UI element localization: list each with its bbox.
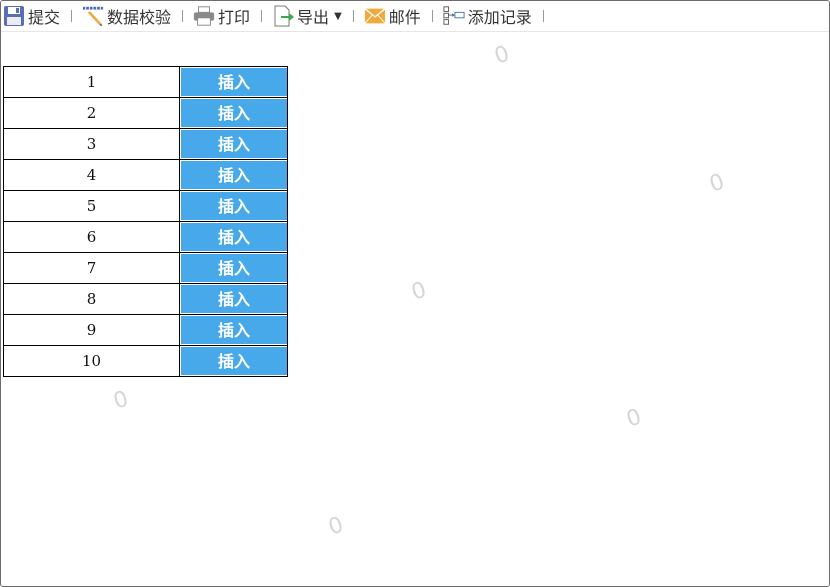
save-icon [3,5,25,27]
row-action-cell: 插入 [179,128,288,160]
table-row: 6 插入 [3,221,288,253]
submit-label: 提交 [28,8,61,27]
row-action-cell: 插入 [179,345,288,377]
report-window: 提交 数据校验 打印 导出 ▼ 邮件 添加记录 1 插入 2 插入 3 插入 4… [0,0,830,587]
export-button[interactable]: 导出 ▼ [270,3,345,29]
insert-button[interactable]: 插入 [181,254,287,282]
toolbar-separator [261,10,263,22]
table-row: 5 插入 [3,190,288,222]
table-row: 8 插入 [3,283,288,315]
row-action-cell: 插入 [179,283,288,315]
insert-button[interactable]: 插入 [181,347,287,375]
validate-label: 数据校验 [107,8,172,27]
row-action-cell: 插入 [179,97,288,129]
export-label: 导出 [297,8,330,27]
row-action-cell: 插入 [179,221,288,253]
add-record-icon [443,5,465,27]
row-number-cell: 2 [3,97,180,129]
row-number-cell: 5 [3,190,180,222]
ruler-pencil-icon [82,5,104,27]
toolbar: 提交 数据校验 打印 导出 ▼ 邮件 添加记录 [1,1,829,32]
watermark: 0 [623,404,645,433]
insert-button[interactable]: 插入 [181,130,287,158]
add-record-label: 添加记录 [467,8,532,27]
row-action-cell: 插入 [179,314,288,346]
mail-icon [364,5,386,27]
mail-button[interactable]: 邮件 [362,3,424,29]
toolbar-separator [71,10,73,22]
watermark: 0 [408,277,430,306]
table-row: 4 插入 [3,159,288,191]
insert-button[interactable]: 插入 [181,316,287,344]
row-number-cell: 9 [3,314,180,346]
row-number-cell: 1 [3,66,180,98]
row-number-cell: 6 [3,221,180,253]
print-label: 打印 [218,8,251,27]
insert-button[interactable]: 插入 [181,68,287,96]
toolbar-separator [182,10,184,22]
row-action-cell: 插入 [179,159,288,191]
watermark: 0 [110,386,132,415]
validate-button[interactable]: 数据校验 [80,3,174,29]
row-action-cell: 插入 [179,66,288,98]
toolbar-separator [352,10,354,22]
printer-icon [193,5,215,27]
watermark: 0 [325,512,347,541]
watermark: 0 [491,41,513,70]
export-icon [272,5,295,27]
insert-button[interactable]: 插入 [181,99,287,127]
row-action-cell: 插入 [179,252,288,284]
row-number-cell: 8 [3,283,180,315]
toolbar-separator [542,10,544,22]
table-row: 3 插入 [3,128,288,160]
table-row: 7 插入 [3,252,288,284]
toolbar-separator [431,10,433,22]
print-button[interactable]: 打印 [191,3,253,29]
row-action-cell: 插入 [179,190,288,222]
watermark: 0 [706,169,728,198]
submit-button[interactable]: 提交 [1,3,63,29]
insert-button[interactable]: 插入 [181,192,287,220]
table-row: 2 插入 [3,97,288,129]
add-record-button[interactable]: 添加记录 [441,3,535,29]
table-row: 9 插入 [3,314,288,346]
mail-label: 邮件 [388,8,421,27]
insert-button[interactable]: 插入 [181,223,287,251]
insert-button[interactable]: 插入 [181,161,287,189]
row-number-cell: 10 [3,345,180,377]
record-table: 1 插入 2 插入 3 插入 4 插入 5 插入 6 插入 7 插入 8 插入 9 插入 10 插入 [3,66,288,377]
row-number-cell: 7 [3,252,180,284]
row-number-cell: 4 [3,159,180,191]
table-row: 1 插入 [3,66,288,98]
row-number-cell: 3 [3,128,180,160]
insert-button[interactable]: 插入 [181,285,287,313]
caret-down-icon[interactable]: ▼ [334,11,342,22]
table-row: 10 插入 [3,345,288,377]
